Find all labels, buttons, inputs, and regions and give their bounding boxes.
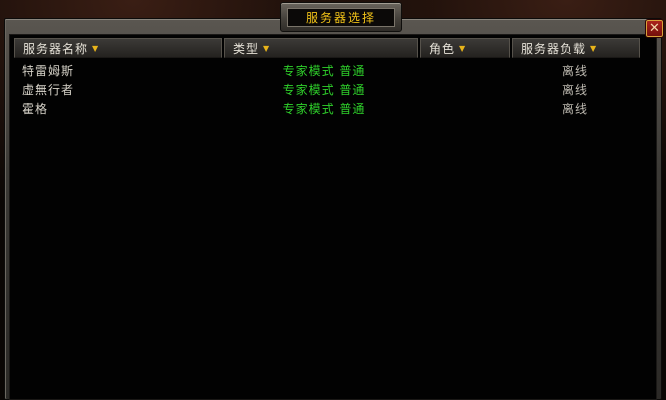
server-type: 专家模式 普通 [282,102,366,116]
server-name: 霍格 [22,102,49,116]
server-list: 特雷姆斯 专家模式 普通 离线 虚無行者 专家模式 普通 离线 霍格 专家模式 … [14,62,640,119]
server-load: 离线 [561,102,588,116]
column-header-label: 服务器负载 [521,41,587,56]
server-row[interactable]: 霍格 专家模式 普通 离线 [14,100,640,119]
server-role [418,62,510,81]
sort-arrow-icon: ▼ [263,43,270,53]
close-icon: ✕ [649,21,660,36]
server-load: 离线 [561,83,588,97]
server-role [418,100,510,119]
server-load: 离线 [561,64,588,78]
server-name: 虚無行者 [22,83,75,97]
window-title: 服务器选择 [287,8,395,27]
column-header-label: 角色 [429,41,456,56]
server-name: 特雷姆斯 [22,64,75,78]
sort-arrow-icon: ▼ [459,43,466,53]
column-header-label: 类型 [233,41,260,56]
column-header-row: 服务器名称 ▼ 类型 ▼ 角色 ▼ 服务器负载 ▼ [14,38,640,58]
server-type: 专家模式 普通 [282,83,366,97]
server-role [418,81,510,100]
column-header-server-name[interactable]: 服务器名称 ▼ [14,38,222,58]
game-scene: 服务器选择 ✕ 服务器名称 ▼ 类型 ▼ 角色 ▼ 服务器负载 ▼ 特雷姆斯 专… [0,0,666,400]
server-row[interactable]: 虚無行者 专家模式 普通 离线 [14,81,640,100]
column-header-label: 服务器名称 [23,41,89,56]
sort-arrow-icon: ▼ [92,43,99,53]
server-type: 专家模式 普通 [282,64,366,78]
column-header-role[interactable]: 角色 ▼ [420,38,510,58]
title-plate: 服务器选择 [280,2,402,32]
column-header-type[interactable]: 类型 ▼ [224,38,418,58]
column-header-server-load[interactable]: 服务器负载 ▼ [512,38,640,58]
sort-arrow-icon: ▼ [590,43,597,53]
close-button[interactable]: ✕ [645,19,664,38]
server-row[interactable]: 特雷姆斯 专家模式 普通 离线 [14,62,640,81]
